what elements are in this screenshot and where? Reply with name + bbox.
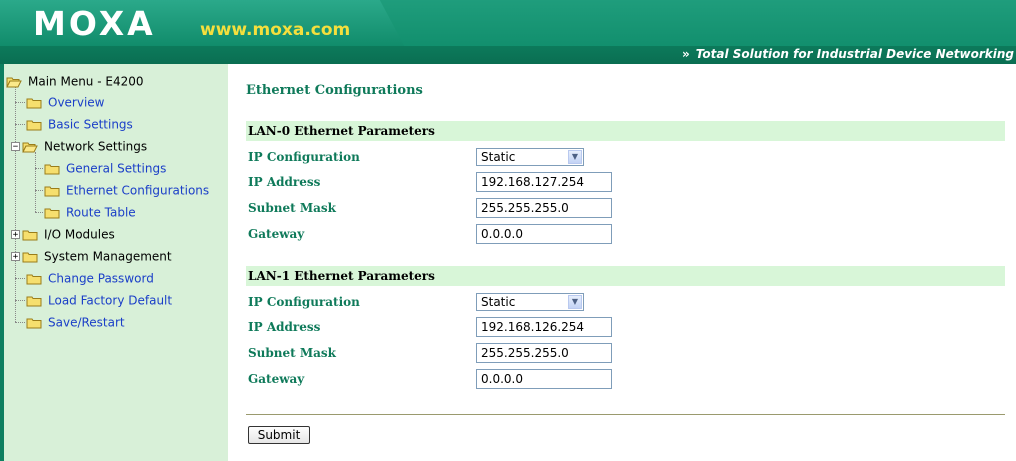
open-folder-icon (22, 141, 38, 153)
folder-icon (26, 97, 42, 109)
lan1-ip-config-label: IP Configuration (248, 295, 360, 309)
tree-guide (35, 168, 43, 169)
sidebar-root-label: Main Menu - E4200 (28, 74, 144, 89)
folder-icon (44, 185, 60, 197)
sidebar-item-io-modules[interactable]: + I/O Modules (11, 224, 115, 244)
tagline-text: Total Solution for Industrial Device Net… (695, 47, 1014, 61)
folder-icon (26, 317, 42, 329)
sidebar-item-label: Ethernet Configurations (66, 183, 210, 198)
folder-icon (44, 163, 60, 175)
lan1-section-header: LAN-1 Ethernet Parameters (246, 266, 1005, 286)
folder-icon (26, 273, 42, 285)
form-divider (246, 414, 1005, 415)
expand-toggle-icon[interactable]: + (11, 252, 20, 262)
lan1-ip-config-select[interactable]: Static ▼ (476, 293, 584, 311)
lan1-ip-address-label: IP Address (248, 320, 321, 334)
folder-icon (26, 119, 42, 131)
collapse-toggle-icon[interactable]: − (11, 142, 20, 152)
lan0-section-title: LAN-0 Ethernet Parameters (248, 124, 435, 138)
tree-guide (35, 152, 36, 212)
tree-guide (15, 322, 25, 323)
sidebar-root[interactable]: Main Menu - E4200 (6, 71, 144, 91)
lan0-subnet-mask-label: Subnet Mask (248, 201, 336, 215)
sidebar-item-label: Route Table (66, 205, 136, 220)
lan1-section-title: LAN-1 Ethernet Parameters (248, 269, 435, 283)
sidebar-item-basic-settings[interactable]: Basic Settings (26, 114, 133, 134)
double-chevron-icon: » (682, 47, 690, 61)
lan1-ip-address-input[interactable]: 192.168.126.254 (476, 317, 612, 337)
lan0-ip-address-input[interactable]: 192.168.127.254 (476, 172, 612, 192)
sidebar-item-load-factory-default[interactable]: Load Factory Default (26, 290, 172, 310)
page-title: Ethernet Configurations (246, 83, 423, 98)
lan0-ip-address-label: IP Address (248, 175, 321, 189)
lan0-gateway-input[interactable]: 0.0.0.0 (476, 224, 612, 244)
sidebar-item-general-settings[interactable]: General Settings (44, 158, 166, 178)
lan1-gateway-label: Gateway (248, 372, 305, 386)
lan1-subnet-mask-input[interactable]: 255.255.255.0 (476, 343, 612, 363)
tree-guide (15, 102, 25, 103)
expand-toggle-icon[interactable]: + (11, 230, 20, 240)
sidebar-item-label: Basic Settings (48, 117, 133, 132)
folder-icon (22, 251, 38, 263)
tree-guide (15, 300, 25, 301)
submit-button[interactable]: Submit (248, 426, 310, 444)
lan1-ip-config-value: Static (481, 295, 516, 309)
moxa-url-link[interactable]: www.moxa.com (200, 20, 350, 40)
sidebar-item-change-password[interactable]: Change Password (26, 268, 154, 288)
sidebar-item-save-restart[interactable]: Save/Restart (26, 312, 125, 332)
sidebar-nav: Main Menu - E4200 Overview Basic Setting… (0, 64, 228, 461)
tree-guide (35, 190, 43, 191)
lan0-subnet-mask-input[interactable]: 255.255.255.0 (476, 198, 612, 218)
sidebar-item-label: System Management (44, 249, 172, 264)
sidebar-item-label: I/O Modules (44, 227, 115, 242)
sidebar-item-label: Overview (48, 95, 105, 110)
sidebar-item-label: General Settings (66, 161, 167, 176)
lan1-gateway-input[interactable]: 0.0.0.0 (476, 369, 612, 389)
sidebar-item-label: Save/Restart (48, 315, 125, 330)
tree-guide (15, 278, 25, 279)
lan0-ip-config-label: IP Configuration (248, 150, 360, 164)
folder-icon (26, 295, 42, 307)
lan1-subnet-mask-label: Subnet Mask (248, 346, 336, 360)
sidebar-item-label: Load Factory Default (48, 293, 173, 308)
sidebar-item-label: Network Settings (44, 139, 148, 154)
open-folder-icon (6, 76, 22, 88)
tagline: » Total Solution for Industrial Device Ne… (682, 47, 1014, 61)
tree-guide (15, 86, 16, 322)
sidebar-item-label: Change Password (48, 271, 154, 286)
tree-guide (15, 124, 25, 125)
chevron-down-icon[interactable]: ▼ (568, 295, 582, 309)
sidebar-item-system-management[interactable]: + System Management (11, 246, 172, 266)
sidebar-item-route-table[interactable]: Route Table (44, 202, 136, 222)
sidebar-item-overview[interactable]: Overview (26, 92, 105, 112)
lan0-ip-config-select[interactable]: Static ▼ (476, 148, 584, 166)
folder-icon (22, 229, 38, 241)
sidebar-item-network-settings[interactable]: − Network Settings (11, 136, 147, 156)
moxa-logo[interactable]: MOXA (33, 4, 156, 43)
sidebar-item-ethernet-configurations[interactable]: Ethernet Configurations (44, 180, 209, 200)
tree-guide (35, 212, 43, 213)
lan0-section-header: LAN-0 Ethernet Parameters (246, 121, 1005, 141)
main-content: Ethernet Configurations LAN-0 Ethernet P… (228, 64, 1016, 461)
header-banner: MOXA www.moxa.com » Total Solution for In… (0, 0, 1016, 64)
lan0-gateway-label: Gateway (248, 227, 305, 241)
folder-icon (44, 207, 60, 219)
chevron-down-icon[interactable]: ▼ (568, 150, 582, 164)
lan0-ip-config-value: Static (481, 150, 516, 164)
